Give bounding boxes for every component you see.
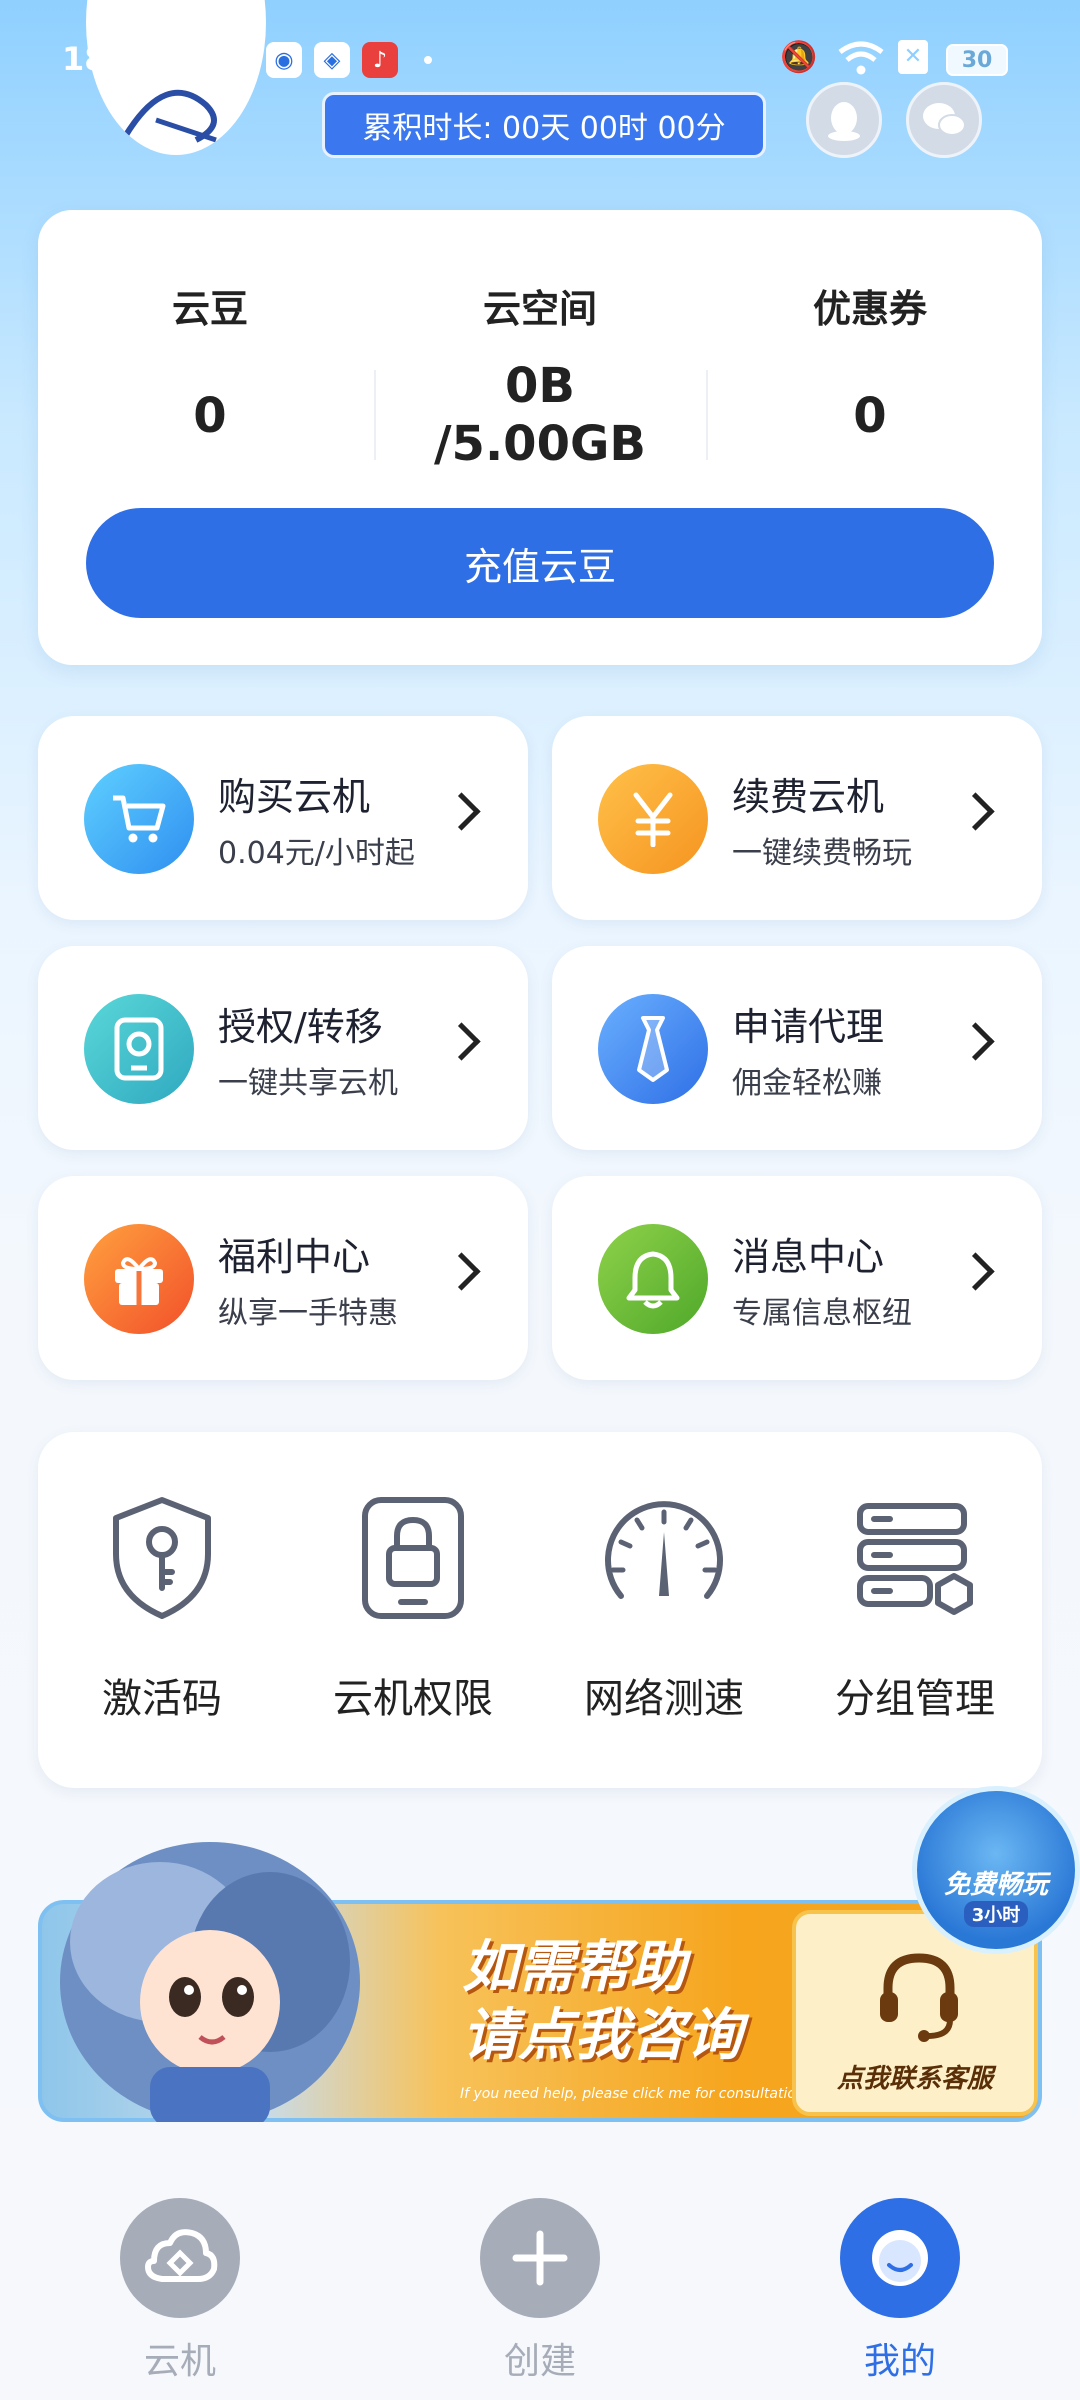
mascot-illustration xyxy=(40,1832,400,2127)
dot-icon xyxy=(424,56,432,64)
banner-text: 如需帮助 请点我咨询 xyxy=(462,1934,742,2070)
tool-label: 分组管理 xyxy=(835,1676,995,1722)
nav-label: 我的 xyxy=(863,2341,936,2382)
chevron-right-icon xyxy=(442,1252,481,1291)
battery-icon: 30 xyxy=(946,44,1008,76)
chevron-right-icon xyxy=(956,1022,995,1061)
nav-label: 创建 xyxy=(503,2341,576,2382)
battery-level: 30 xyxy=(961,47,993,73)
accumulated-duration: 累积时长: 00天 00时 00分 xyxy=(322,92,766,158)
gift-icon xyxy=(84,1224,194,1334)
bell-icon xyxy=(598,1224,708,1334)
divider xyxy=(706,370,708,460)
cloud-machine-icon xyxy=(120,2198,240,2318)
tool-label: 网络测速 xyxy=(584,1676,744,1722)
nav-cloud-machine[interactable]: 云机 xyxy=(80,2198,280,2384)
server-group-icon xyxy=(857,1503,973,1615)
free-play-badge[interactable]: 免费畅玩 3小时 xyxy=(912,1786,1080,1954)
feature-title: 续费云机 xyxy=(732,775,885,819)
stat-label-coupons: 优惠券 xyxy=(812,287,927,331)
tool-group-management[interactable]: 分组管理 xyxy=(795,1492,1035,1752)
feature-title: 消息中心 xyxy=(732,1235,885,1279)
wechat-icon[interactable] xyxy=(906,82,982,158)
nav-mine[interactable]: 我的 xyxy=(800,2198,1000,2384)
badge-line1: 免费畅玩 xyxy=(943,1870,1048,1900)
feature-subtitle: 一键续费畅玩 xyxy=(732,836,912,871)
lock-device-icon xyxy=(362,1497,464,1619)
headset-icon xyxy=(880,1953,958,2042)
feature-title: 申请代理 xyxy=(732,1005,885,1049)
feature-subtitle: 纵享一手特惠 xyxy=(218,1296,398,1331)
feature-subtitle: 0.04元/小时起 xyxy=(218,836,415,871)
feature-subtitle: 一键共享云机 xyxy=(218,1066,398,1101)
tools-card: 激活码 云机权限 网络测速 分组管理 xyxy=(38,1432,1042,1788)
qq-icon[interactable] xyxy=(806,82,882,158)
nav-label: 云机 xyxy=(143,2341,216,2382)
wifi-icon xyxy=(836,40,886,84)
feature-title: 购买云机 xyxy=(218,775,371,819)
nav-create[interactable]: 创建 xyxy=(440,2198,640,2384)
chevron-right-icon xyxy=(442,1022,481,1061)
feature-message-center[interactable]: 消息中心 专属信息枢纽 xyxy=(552,1176,1042,1380)
feature-welfare-center[interactable]: 福利中心 纵享一手特惠 xyxy=(38,1176,528,1380)
avatar[interactable] xyxy=(86,0,266,155)
tool-cloud-permissions[interactable]: 云机权限 xyxy=(293,1492,533,1752)
stat-value-beans[interactable]: 0 xyxy=(70,388,350,444)
feature-subtitle: 专属信息枢纽 xyxy=(732,1296,912,1331)
badge-line2: 3小时 xyxy=(963,1901,1029,1927)
feature-authorize-transfer[interactable]: 授权/转移 一键共享云机 xyxy=(38,946,528,1150)
tie-icon xyxy=(598,994,708,1104)
tool-activation-code[interactable]: 激活码 xyxy=(42,1492,282,1752)
share-device-icon xyxy=(84,994,194,1104)
tool-label: 激活码 xyxy=(102,1676,222,1722)
sim-icon: ✕ xyxy=(898,40,928,74)
stat-label-space: 云空间 xyxy=(482,287,597,331)
feature-renew-cloud-machine[interactable]: 续费云机 一键续费畅玩 xyxy=(552,716,1042,920)
recharge-beans-button[interactable]: 充值云豆 xyxy=(86,508,994,618)
feature-subtitle: 佣金轻松赚 xyxy=(732,1066,882,1101)
customer-service-label: 点我联系客服 xyxy=(836,2064,993,2094)
banner-line2: 请点我咨询 xyxy=(462,2003,742,2068)
app-icon-4: ◈ xyxy=(314,42,350,78)
stat-value-coupons[interactable]: 0 xyxy=(730,388,1010,444)
chevron-right-icon xyxy=(442,792,481,831)
stats-card: 云豆 0 云空间 0B /5.00GB 优惠券 0 充值云豆 xyxy=(38,210,1042,665)
profile-face-icon xyxy=(840,2198,960,2318)
divider xyxy=(374,370,376,460)
feature-title: 福利中心 xyxy=(218,1235,371,1279)
app-icon-3: ◉ xyxy=(266,42,302,78)
chevron-right-icon xyxy=(956,792,995,831)
chevron-right-icon xyxy=(956,1252,995,1291)
tool-label: 云机权限 xyxy=(333,1676,493,1722)
stat-label-beans: 云豆 xyxy=(171,287,248,331)
cart-icon xyxy=(84,764,194,874)
tool-network-speedtest[interactable]: 网络测速 xyxy=(544,1492,784,1752)
stat-value-space-total[interactable]: /5.00GB xyxy=(400,416,680,472)
music-icon: ♪ xyxy=(362,42,398,78)
banner-english: If you need help, please click me for co… xyxy=(460,2086,805,2102)
feature-buy-cloud-machine[interactable]: 购买云机 0.04元/小时起 xyxy=(38,716,528,920)
speedometer-icon xyxy=(605,1501,723,1599)
plus-icon xyxy=(480,2198,600,2318)
mute-icon: 🔕 xyxy=(780,40,818,75)
feature-title: 授权/转移 xyxy=(218,1005,383,1049)
stat-value-space-used[interactable]: 0B xyxy=(400,358,680,414)
banner-line1: 如需帮助 xyxy=(462,1935,686,2000)
feature-apply-agent[interactable]: 申请代理 佣金轻松赚 xyxy=(552,946,1042,1150)
yen-icon xyxy=(598,764,708,874)
key-shield-icon xyxy=(113,1497,211,1619)
